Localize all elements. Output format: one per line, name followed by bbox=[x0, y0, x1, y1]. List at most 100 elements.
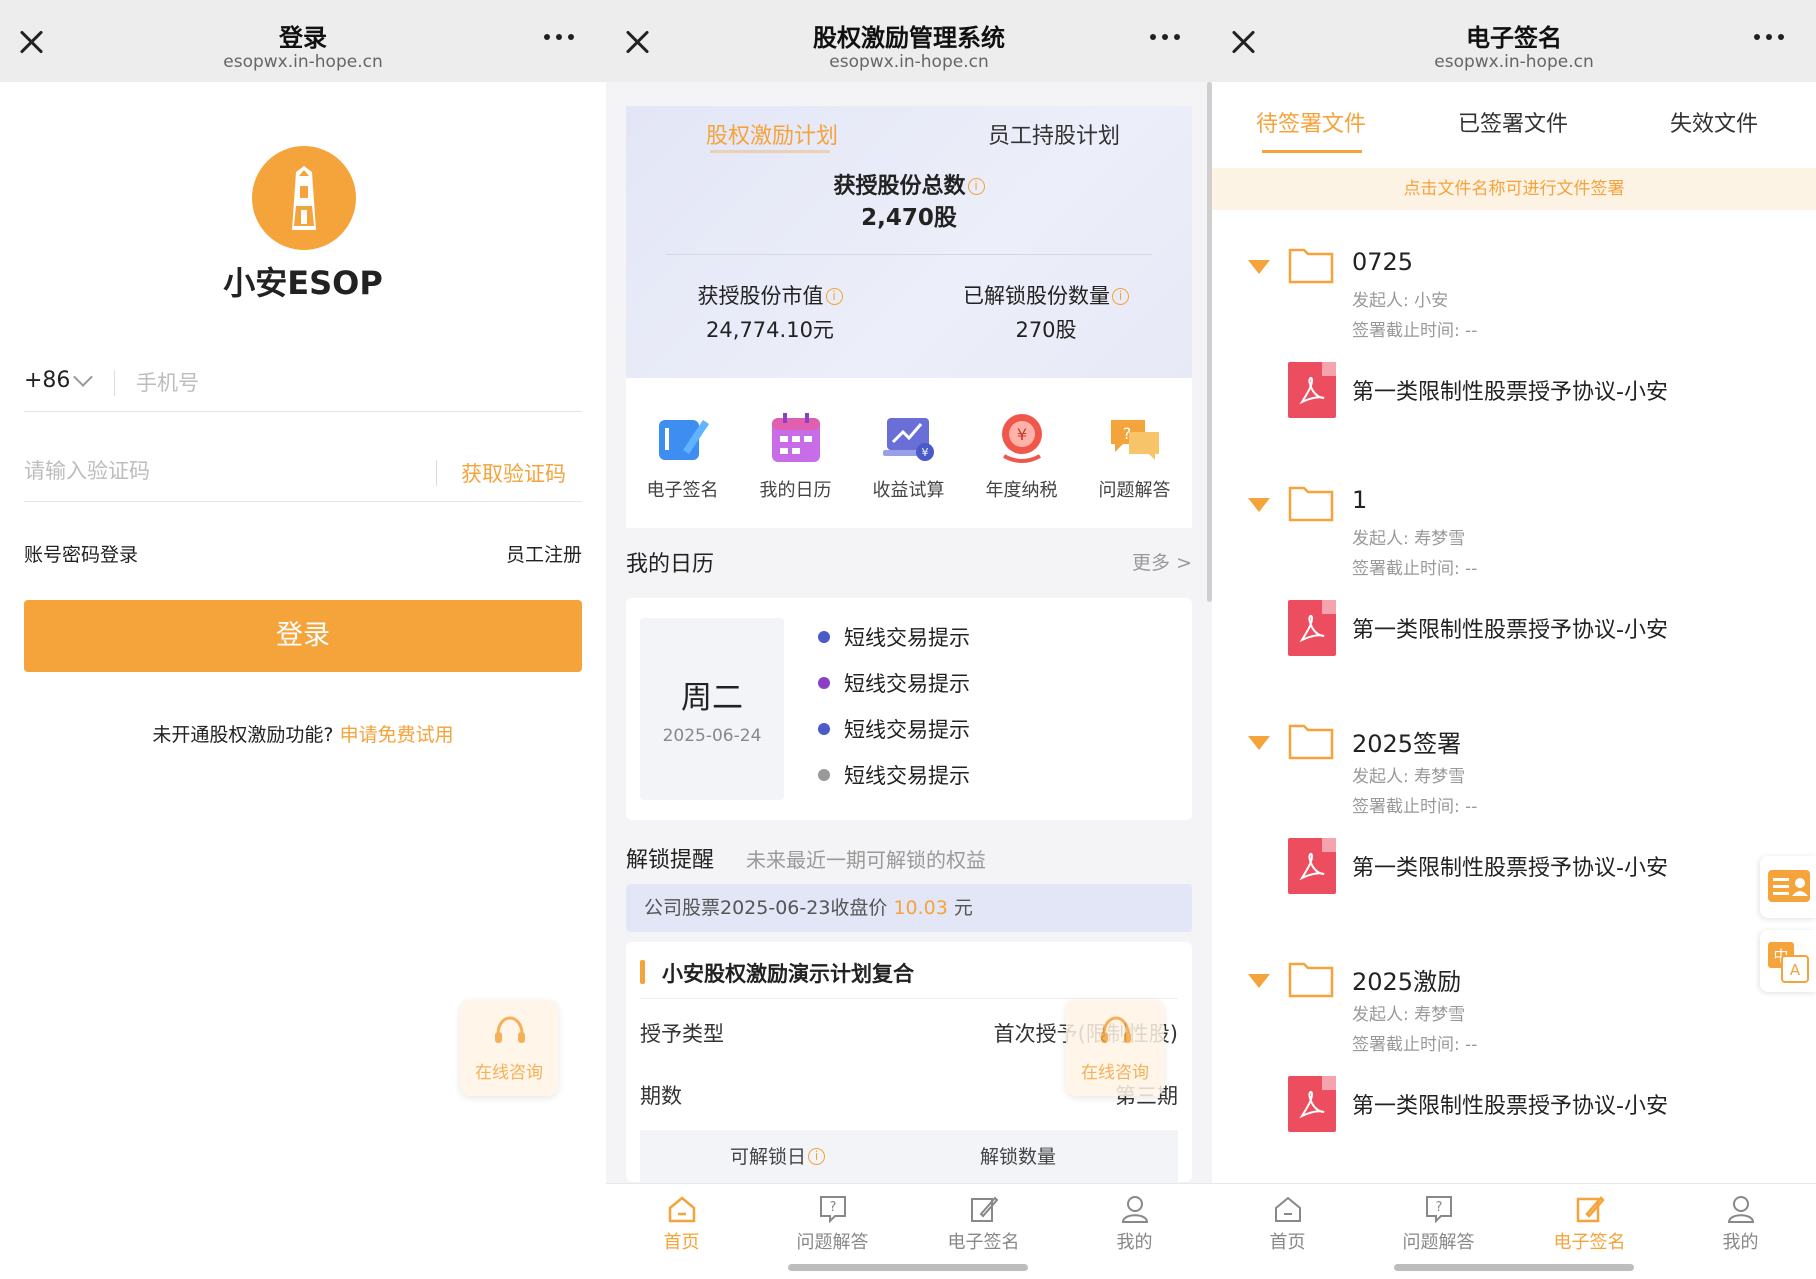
calendar-event[interactable]: 短线交易提示 bbox=[818, 714, 970, 744]
pdf-icon bbox=[1288, 600, 1336, 656]
caret-down-icon[interactable] bbox=[1248, 498, 1270, 512]
translate-widget[interactable]: 中A bbox=[1760, 930, 1816, 992]
info-icon[interactable]: i bbox=[808, 1148, 826, 1165]
folder-name: 2025激励 bbox=[1352, 968, 1462, 996]
page-title: 股权激励管理系统 bbox=[813, 24, 1005, 52]
shortcut-calculator[interactable]: ¥ 收益试算 bbox=[852, 410, 965, 502]
info-icon[interactable]: i bbox=[1112, 288, 1129, 305]
folder-initiator: 发起人: 小安 bbox=[1352, 291, 1449, 311]
folder-item[interactable]: 2025签署 发起人: 寿梦雪 签署截止时间: -- 第一类限制性股票授予协议-… bbox=[1212, 712, 1816, 950]
caret-down-icon[interactable] bbox=[1248, 260, 1270, 274]
tab-signed[interactable]: 已签署文件 bbox=[1458, 106, 1568, 138]
login-button[interactable]: 登录 bbox=[24, 600, 582, 672]
calendar-section-title: 我的日历 bbox=[626, 552, 715, 577]
get-code-button[interactable]: 获取验证码 bbox=[461, 458, 566, 488]
online-consult-button[interactable]: 在线咨询 bbox=[460, 1000, 558, 1096]
trial-link[interactable]: 申请免费试用 bbox=[340, 724, 454, 746]
shortcut-faq[interactable]: ? 问题解答 bbox=[1078, 410, 1191, 502]
user-icon bbox=[1726, 1194, 1756, 1224]
svg-text:¥: ¥ bbox=[921, 446, 928, 459]
tab-pending[interactable]: 待签署文件 bbox=[1256, 106, 1366, 138]
esign-screen: 电子签名 esopwx.in-hope.cn 待签署文件 已签署文件 失效文件 … bbox=[1212, 0, 1816, 1279]
country-code-select[interactable]: +86 bbox=[24, 368, 70, 393]
folder-item[interactable]: 1 发起人: 寿梦雪 签署截止时间: -- 第一类限制性股票授予协议-小安 bbox=[1212, 474, 1816, 712]
online-consult-button[interactable]: 在线咨询 bbox=[1066, 1000, 1164, 1096]
event-dot bbox=[818, 723, 830, 735]
more-icon[interactable] bbox=[1150, 30, 1184, 44]
calendar-card[interactable]: 周二 2025-06-24 短线交易提示 短线交易提示 短线交易提示 短线交易提… bbox=[626, 598, 1192, 820]
home-icon bbox=[1273, 1194, 1303, 1224]
calendar-event[interactable]: 短线交易提示 bbox=[818, 622, 970, 652]
caret-down-icon[interactable] bbox=[1248, 974, 1270, 988]
page-title: 电子签名 bbox=[1466, 24, 1562, 52]
pdf-icon bbox=[1288, 1076, 1336, 1132]
tab-invalid[interactable]: 失效文件 bbox=[1670, 106, 1758, 138]
headset-icon bbox=[1101, 1016, 1131, 1043]
folder-item[interactable]: 2025激励 发起人: 寿梦雪 签署截止时间: -- 第一类限制性股票授予协议-… bbox=[1212, 950, 1816, 1188]
consult-label: 在线咨询 bbox=[1081, 1063, 1149, 1083]
folder-name: 0725 bbox=[1352, 248, 1414, 276]
verification-code-input[interactable] bbox=[24, 454, 404, 488]
tab-equity-incentive[interactable]: 股权激励计划 bbox=[706, 118, 838, 150]
sign-icon bbox=[655, 410, 711, 466]
weekday: 周二 bbox=[681, 680, 743, 716]
calendar-more-link[interactable]: 更多 > bbox=[1132, 548, 1192, 575]
tab-employee-stock[interactable]: 员工持股计划 bbox=[988, 118, 1120, 150]
closing-price-bar: 公司股票2025-06-23收盘价 10.03 元 bbox=[626, 884, 1192, 932]
tab-esign[interactable]: 电子签名 bbox=[1514, 1194, 1665, 1254]
tab-me[interactable]: 我的 bbox=[1665, 1194, 1816, 1254]
shortcut-calendar[interactable]: 我的日历 bbox=[739, 410, 852, 502]
chevron-down-icon[interactable] bbox=[73, 367, 93, 387]
bottom-tab-bar: 首页 ? 问题解答 电子签名 我的 bbox=[606, 1183, 1212, 1279]
pdf-icon bbox=[1288, 362, 1336, 418]
title-bar: 登录 esopwx.in-hope.cn bbox=[0, 0, 606, 82]
document-link[interactable]: 第一类限制性股票授予协议-小安 bbox=[1352, 612, 1668, 644]
document-link[interactable]: 第一类限制性股票授予协议-小安 bbox=[1352, 1088, 1668, 1120]
calculator-icon: ¥ bbox=[881, 410, 937, 466]
brand-name: 小安ESOP bbox=[223, 264, 383, 302]
register-link[interactable]: 员工注册 bbox=[506, 540, 582, 567]
calendar-event[interactable]: 短线交易提示 bbox=[818, 668, 970, 698]
caret-down-icon[interactable] bbox=[1248, 736, 1270, 750]
tab-home[interactable]: 首页 bbox=[606, 1194, 757, 1254]
tab-home[interactable]: 首页 bbox=[1212, 1194, 1363, 1254]
folder-item[interactable]: 0725 发起人: 小安 签署截止时间: -- 第一类限制性股票授予协议-小安 bbox=[1212, 236, 1816, 474]
unlocked-shares-value: 270股 bbox=[1015, 318, 1077, 342]
trial-prompt: 未开通股权激励功能? 申请免费试用 bbox=[0, 720, 606, 747]
shortcut-tax[interactable]: ¥ 年度纳税 bbox=[965, 410, 1078, 502]
folder-deadline: 签署截止时间: -- bbox=[1352, 1035, 1478, 1055]
folder-icon bbox=[1288, 486, 1334, 522]
tab-faq[interactable]: ? 问题解答 bbox=[757, 1194, 908, 1254]
folder-name: 2025签署 bbox=[1352, 730, 1462, 758]
closing-price: 10.03 bbox=[893, 897, 948, 919]
market-value: 24,774.10元 bbox=[706, 318, 834, 342]
event-dot bbox=[818, 769, 830, 781]
trial-text: 未开通股权激励功能? bbox=[152, 724, 334, 746]
code-field-row: 获取验证码 bbox=[24, 450, 582, 502]
info-icon[interactable]: i bbox=[967, 178, 985, 195]
password-login-link[interactable]: 账号密码登录 bbox=[24, 540, 138, 567]
folder-name: 1 bbox=[1352, 486, 1368, 514]
tab-me[interactable]: 我的 bbox=[1059, 1194, 1210, 1254]
calendar-event[interactable]: 短线交易提示 bbox=[818, 760, 970, 790]
tab-faq[interactable]: ? 问题解答 bbox=[1363, 1194, 1514, 1254]
headset-icon bbox=[495, 1016, 525, 1043]
document-link[interactable]: 第一类限制性股票授予协议-小安 bbox=[1352, 850, 1668, 882]
tab-esign[interactable]: 电子签名 bbox=[908, 1194, 1059, 1254]
more-icon[interactable] bbox=[1754, 30, 1788, 44]
folder-deadline: 签署截止时间: -- bbox=[1352, 559, 1478, 579]
question-icon: ? bbox=[1424, 1194, 1454, 1224]
shortcut-grid: 电子签名 我的日历 ¥ 收益试算 ¥ 年度纳税 ? 问题解答 bbox=[626, 378, 1192, 528]
document-link[interactable]: 第一类限制性股票授予协议-小安 bbox=[1352, 374, 1668, 406]
more-icon[interactable] bbox=[544, 30, 578, 44]
consult-label: 在线咨询 bbox=[475, 1063, 543, 1083]
bottom-tab-bar: 首页 ? 问题解答 电子签名 我的 bbox=[1212, 1183, 1816, 1279]
phone-input[interactable] bbox=[136, 366, 576, 400]
user-icon bbox=[1120, 1194, 1150, 1224]
info-icon[interactable]: i bbox=[825, 288, 843, 305]
page-url: esopwx.in-hope.cn bbox=[223, 52, 383, 72]
folder-icon bbox=[1288, 962, 1334, 998]
active-tab-indicator bbox=[710, 150, 830, 153]
shortcut-esign[interactable]: 电子签名 bbox=[626, 410, 739, 502]
contacts-widget[interactable] bbox=[1760, 856, 1816, 918]
